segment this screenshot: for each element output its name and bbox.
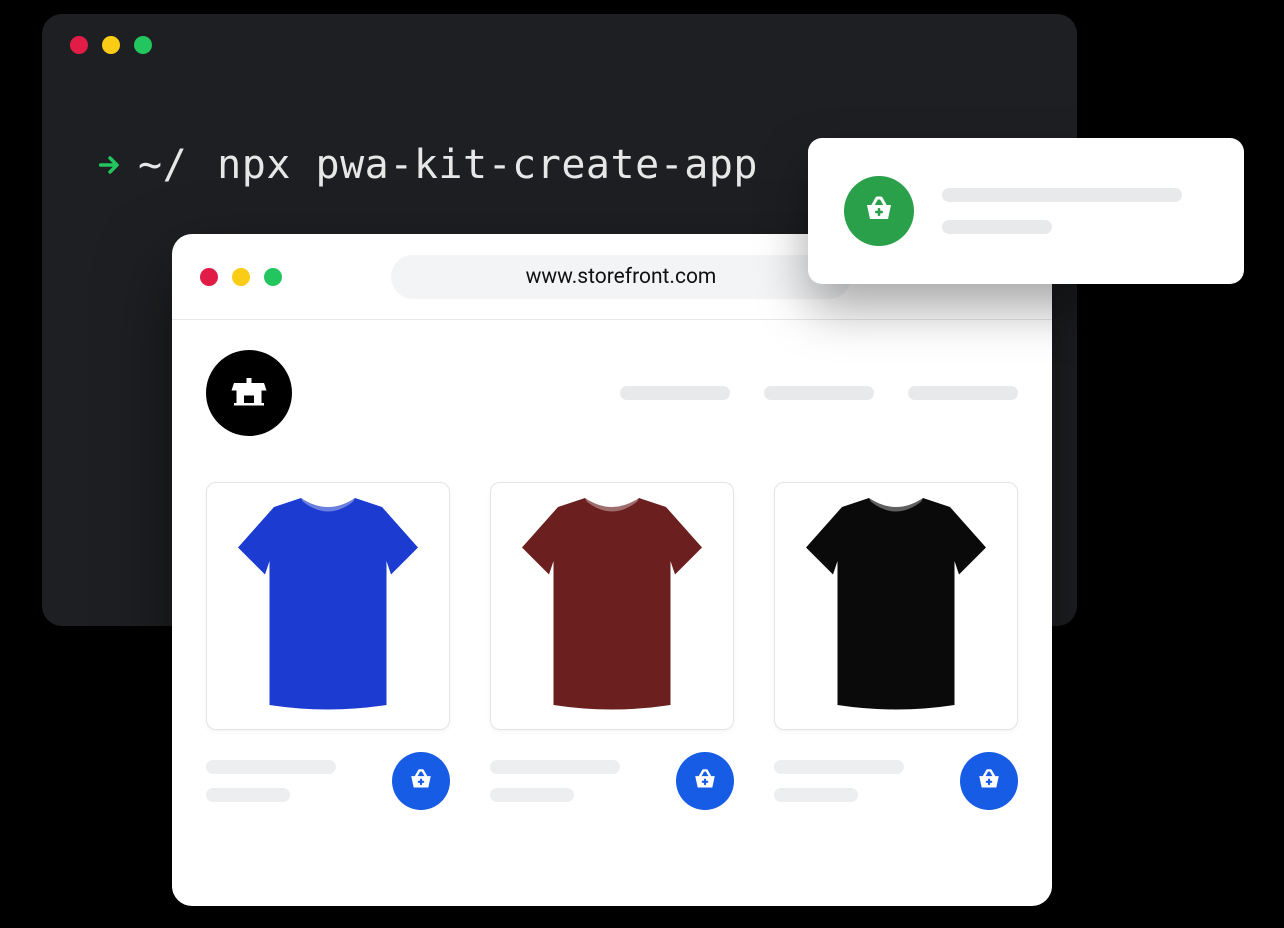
nav-item-placeholder[interactable] [764, 386, 874, 400]
product-card[interactable] [490, 482, 734, 810]
nav-item-placeholder[interactable] [620, 386, 730, 400]
product-card[interactable] [774, 482, 1018, 810]
tshirt-icon [806, 498, 986, 714]
terminal-command-line[interactable]: ~/ npx pwa-kit-create-app [96, 142, 758, 188]
storefront-icon [229, 373, 269, 413]
product-text-placeholder [490, 760, 620, 802]
basket-plus-icon [408, 768, 434, 794]
store-logo[interactable] [206, 350, 292, 436]
tshirt-icon [238, 498, 418, 714]
nav-item-placeholder[interactable] [908, 386, 1018, 400]
terminal-command: npx pwa-kit-create-app [217, 142, 758, 188]
add-to-cart-button[interactable] [960, 752, 1018, 810]
product-text-placeholder [206, 760, 336, 802]
product-image [490, 482, 734, 730]
add-to-cart-button[interactable] [392, 752, 450, 810]
zoom-dot-icon[interactable] [134, 36, 152, 54]
product-image [774, 482, 1018, 730]
address-bar-url: www.storefront.com [526, 265, 717, 289]
browser-window: www.storefront.com [172, 234, 1052, 906]
toast-notification[interactable] [808, 138, 1244, 284]
basket-plus-icon [863, 195, 895, 227]
minimize-dot-icon[interactable] [232, 268, 250, 286]
zoom-dot-icon[interactable] [264, 268, 282, 286]
basket-plus-icon [692, 768, 718, 794]
product-grid [206, 482, 1018, 810]
product-text-placeholder [774, 760, 904, 802]
address-bar[interactable]: www.storefront.com [391, 255, 851, 299]
toast-text-placeholder [942, 188, 1208, 234]
prompt-arrow-icon [96, 151, 124, 179]
basket-plus-icon [976, 768, 1002, 794]
terminal-prompt: ~/ [138, 142, 187, 188]
minimize-dot-icon[interactable] [102, 36, 120, 54]
product-card[interactable] [206, 482, 450, 810]
close-dot-icon[interactable] [200, 268, 218, 286]
toast-badge [844, 176, 914, 246]
product-image [206, 482, 450, 730]
nav-placeholder [620, 386, 1018, 400]
browser-traffic-lights [200, 268, 282, 286]
tshirt-icon [522, 498, 702, 714]
close-dot-icon[interactable] [70, 36, 88, 54]
store-header [206, 350, 1018, 436]
terminal-traffic-lights [70, 36, 152, 54]
add-to-cart-button[interactable] [676, 752, 734, 810]
storefront-page [172, 320, 1052, 810]
